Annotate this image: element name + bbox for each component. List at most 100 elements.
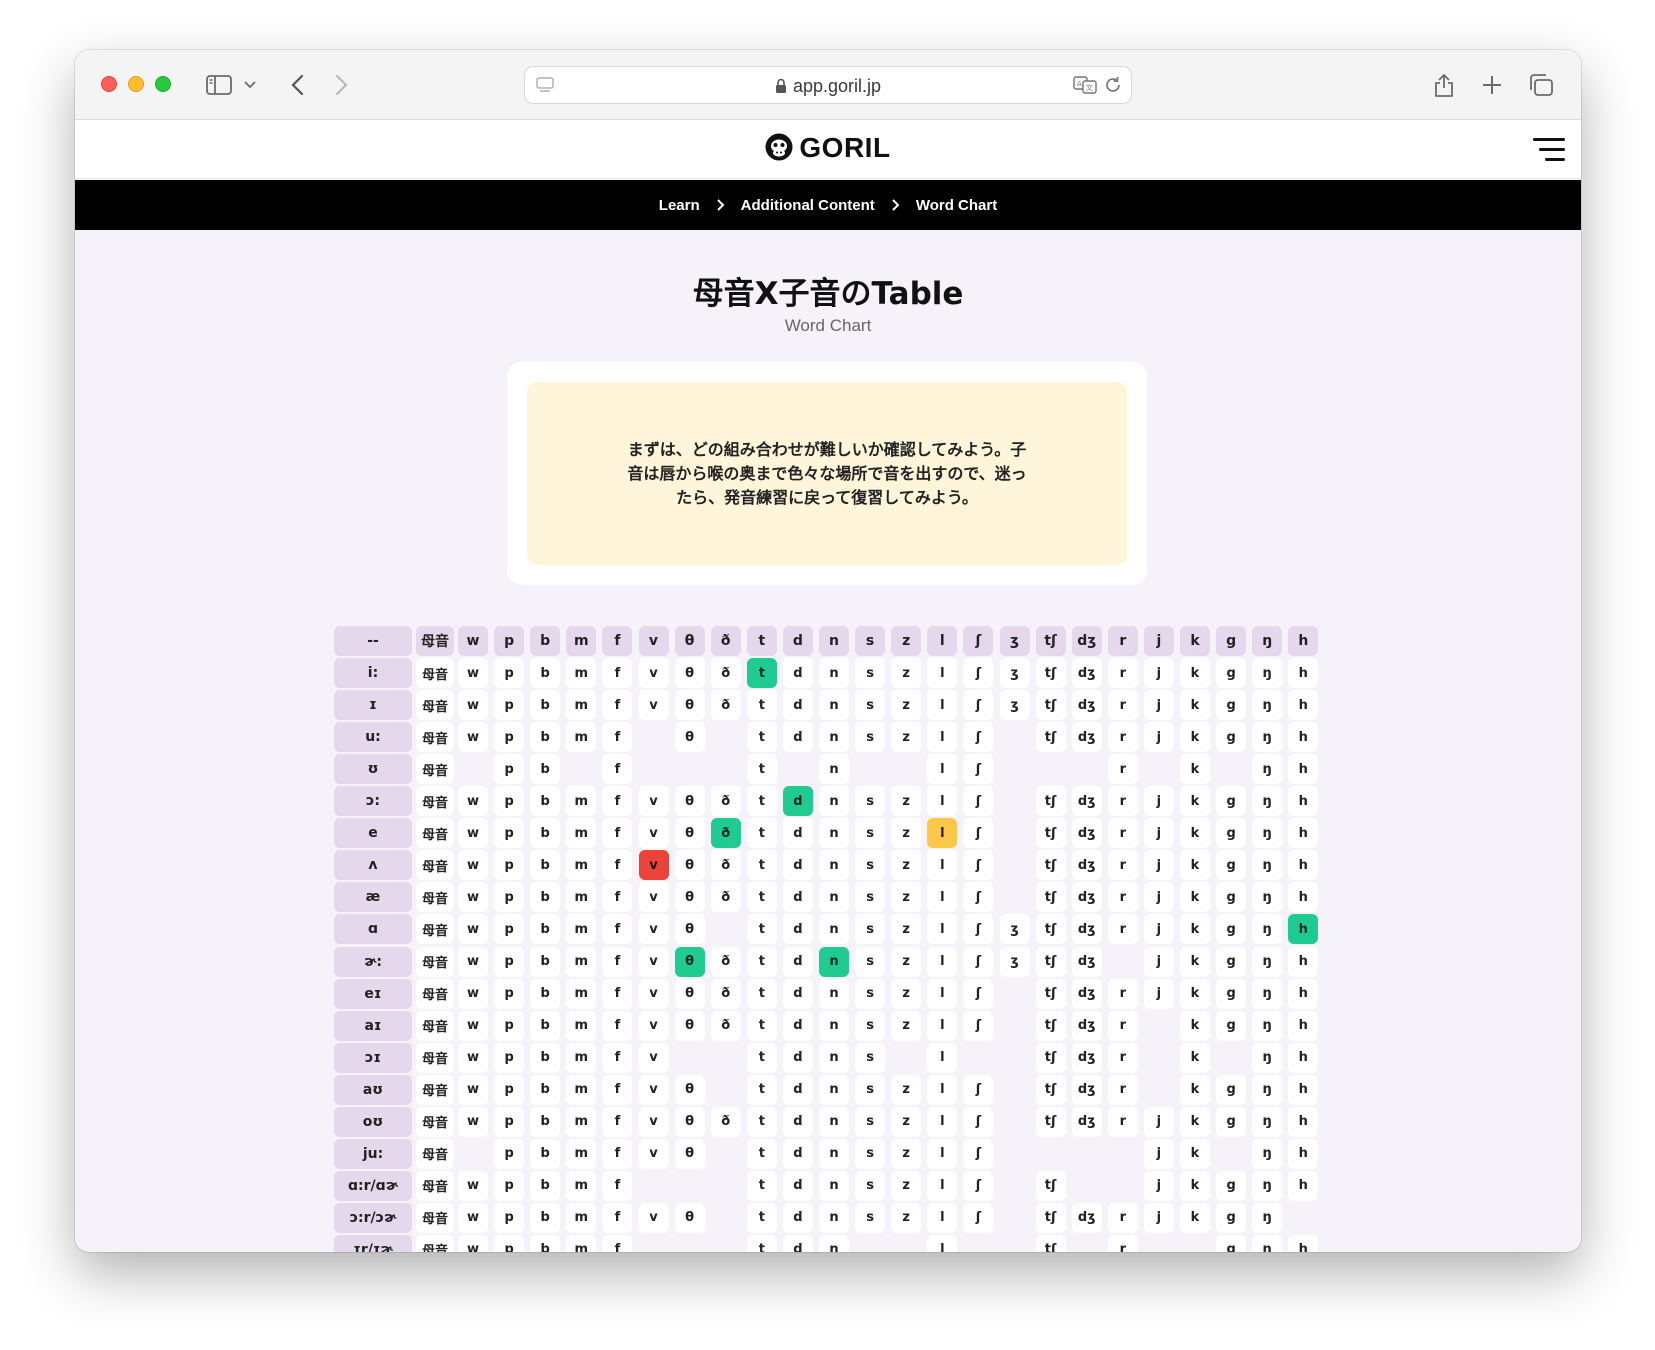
word-cell[interactable]: r	[1107, 1234, 1138, 1252]
word-cell[interactable]: ŋ	[1252, 658, 1283, 689]
word-cell[interactable]: f	[602, 882, 633, 913]
word-cell[interactable]: w	[458, 658, 488, 689]
word-cell[interactable]: p	[494, 786, 525, 817]
word-cell[interactable]: ŋ	[1252, 754, 1283, 785]
word-cell[interactable]: ŋ	[1252, 1074, 1283, 1105]
word-cell[interactable]: ð	[710, 1106, 741, 1137]
word-cell[interactable]: l	[927, 722, 958, 753]
word-cell[interactable]: g	[1216, 1074, 1247, 1105]
word-cell[interactable]: b	[530, 978, 561, 1009]
word-cell[interactable]: n	[819, 786, 849, 817]
word-cell[interactable]: f	[602, 786, 633, 817]
word-cell[interactable]: m	[566, 690, 597, 721]
word-cell[interactable]: w	[458, 978, 488, 1009]
word-cell[interactable]: θ	[674, 1010, 705, 1041]
word-cell[interactable]: ʃ	[963, 946, 994, 977]
word-cell[interactable]: r	[1107, 754, 1138, 785]
word-cell[interactable]: r	[1107, 978, 1138, 1009]
word-cell[interactable]: d	[782, 818, 813, 849]
word-cell[interactable]: r	[1107, 1042, 1138, 1073]
word-cell[interactable]: v	[638, 1010, 669, 1041]
word-cell[interactable]: h	[1288, 1074, 1319, 1105]
word-cell[interactable]: f	[602, 946, 633, 977]
word-cell[interactable]: b	[530, 754, 561, 785]
word-cell[interactable]: s	[855, 1010, 886, 1041]
word-cell[interactable]: z	[891, 1138, 922, 1169]
word-cell[interactable]: f	[602, 1170, 633, 1201]
word-cell[interactable]: θ	[674, 1202, 705, 1233]
word-cell[interactable]: k	[1180, 1010, 1210, 1041]
word-cell[interactable]: h	[1288, 1234, 1319, 1252]
word-cell[interactable]: g	[1216, 722, 1247, 753]
word-cell[interactable]: w	[458, 1170, 488, 1201]
word-cell[interactable]: dʒ	[1071, 818, 1102, 849]
back-icon[interactable]	[285, 72, 309, 98]
word-cell[interactable]: h	[1288, 1170, 1319, 1201]
word-cell[interactable]: m	[566, 1042, 597, 1073]
word-cell[interactable]: dʒ	[1071, 1010, 1102, 1041]
word-cell[interactable]: m	[566, 1202, 597, 1233]
word-cell[interactable]: w	[458, 818, 488, 849]
word-cell[interactable]: s	[855, 978, 886, 1009]
word-cell[interactable]: t	[746, 786, 777, 817]
word-cell[interactable]: b	[530, 1170, 561, 1201]
word-cell[interactable]: m	[566, 786, 597, 817]
word-cell[interactable]: g	[1216, 818, 1247, 849]
vowel-only-cell[interactable]: 母音	[416, 1106, 454, 1137]
word-cell[interactable]: b	[530, 914, 561, 945]
word-cell[interactable]: ʒ	[999, 914, 1030, 945]
word-cell[interactable]: ŋ	[1252, 1010, 1283, 1041]
word-cell[interactable]: t	[746, 1010, 777, 1041]
word-cell[interactable]: θ	[674, 914, 705, 945]
word-cell[interactable]: w	[458, 1106, 488, 1137]
word-cell[interactable]: n	[819, 1010, 849, 1041]
word-cell[interactable]: f	[602, 1106, 633, 1137]
word-cell[interactable]: h	[1288, 754, 1319, 785]
word-cell[interactable]: l	[927, 1138, 958, 1169]
word-cell[interactable]: f	[602, 914, 633, 945]
word-cell[interactable]: f	[602, 1074, 633, 1105]
word-cell[interactable]: b	[530, 882, 561, 913]
word-cell[interactable]: b	[530, 1234, 561, 1252]
word-cell[interactable]: n	[819, 882, 849, 913]
vowel-only-cell[interactable]: 母音	[416, 754, 454, 785]
word-cell[interactable]: n	[819, 914, 849, 945]
word-cell[interactable]: ŋ	[1252, 850, 1283, 881]
word-cell[interactable]: n	[819, 978, 849, 1009]
word-cell[interactable]: l	[927, 978, 958, 1009]
word-cell[interactable]: t	[746, 1042, 777, 1073]
word-cell[interactable]: t	[746, 1170, 777, 1201]
word-cell[interactable]: w	[458, 1042, 488, 1073]
word-cell[interactable]: ʃ	[963, 818, 994, 849]
breadcrumb-learn[interactable]: Learn	[655, 197, 704, 214]
word-cell[interactable]: z	[891, 850, 922, 881]
word-cell[interactable]: b	[530, 1106, 561, 1137]
word-cell[interactable]: ʃ	[963, 690, 994, 721]
word-cell[interactable]: θ	[674, 818, 705, 849]
word-cell[interactable]: θ	[674, 722, 705, 753]
word-cell[interactable]: n	[819, 850, 849, 881]
word-cell[interactable]: f	[602, 1234, 633, 1252]
word-cell[interactable]: r	[1107, 818, 1138, 849]
word-cell[interactable]: j	[1143, 1138, 1174, 1169]
word-cell[interactable]: tʃ	[1035, 722, 1066, 753]
word-cell[interactable]: ʃ	[963, 1010, 994, 1041]
word-cell[interactable]: s	[855, 850, 886, 881]
word-cell[interactable]: l	[927, 850, 958, 881]
word-cell[interactable]: l	[927, 946, 958, 977]
word-cell[interactable]: b	[530, 1202, 561, 1233]
word-cell[interactable]: h	[1288, 946, 1319, 977]
word-cell[interactable]: d	[782, 1138, 813, 1169]
word-cell[interactable]: s	[855, 914, 886, 945]
word-cell[interactable]: n	[819, 754, 849, 785]
word-cell[interactable]: g	[1216, 690, 1247, 721]
word-cell[interactable]: r	[1107, 850, 1138, 881]
word-cell[interactable]: dʒ	[1071, 914, 1102, 945]
word-cell[interactable]: tʃ	[1035, 882, 1066, 913]
word-cell[interactable]: w	[458, 1234, 488, 1252]
word-cell[interactable]: p	[494, 978, 525, 1009]
word-cell[interactable]: ð	[710, 690, 741, 721]
word-cell[interactable]: dʒ	[1071, 1042, 1102, 1073]
word-cell[interactable]: d	[782, 850, 813, 881]
word-cell[interactable]: w	[458, 850, 488, 881]
